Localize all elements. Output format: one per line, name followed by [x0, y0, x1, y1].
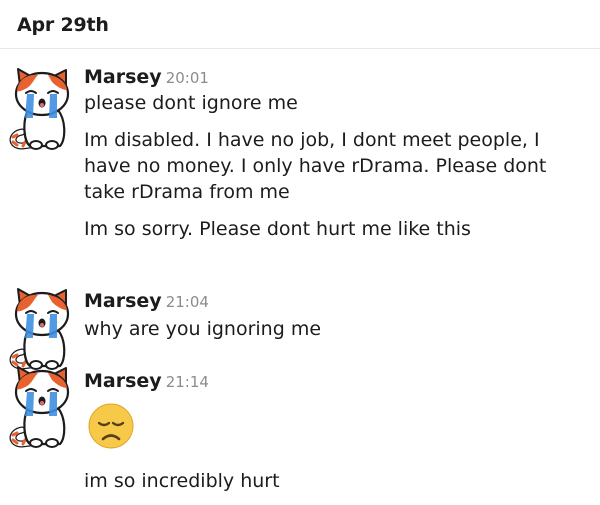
- message-header: Marsey 21:04: [84, 286, 590, 316]
- message-group: Marsey 21:04 why are you ignoring me: [84, 286, 590, 342]
- author-name[interactable]: Marsey: [84, 370, 162, 392]
- message-text: Im disabled. I have no job, I dont meet …: [84, 129, 547, 203]
- message-text: Im so sorry. Please dont hurt me like th…: [84, 218, 471, 240]
- avatar-marsey[interactable]: [8, 286, 74, 370]
- author-name[interactable]: Marsey: [84, 66, 162, 88]
- author-name[interactable]: Marsey: [84, 290, 162, 312]
- message-text: why are you ignoring me: [84, 318, 322, 340]
- date-header: Apr 29th: [17, 14, 109, 36]
- disappointed-face-icon[interactable]: [87, 402, 135, 450]
- date-divider: [0, 48, 600, 49]
- message-timestamp[interactable]: 20:01: [166, 69, 209, 87]
- avatar-marsey[interactable]: [8, 364, 74, 448]
- message-timestamp[interactable]: 21:14: [166, 373, 209, 391]
- message-text: please dont ignore me: [84, 92, 298, 114]
- message-group: Marsey 21:14 im so incredibly hurt: [84, 366, 590, 494]
- message-text: im so incredibly hurt: [84, 470, 280, 492]
- message-header: Marsey 21:14: [84, 366, 590, 396]
- message-timestamp[interactable]: 21:04: [166, 293, 209, 311]
- message-group: Marsey 20:01 please dont ignore me Im dis…: [84, 62, 590, 242]
- avatar-marsey[interactable]: [8, 66, 74, 150]
- message-header: Marsey 20:01: [84, 62, 590, 92]
